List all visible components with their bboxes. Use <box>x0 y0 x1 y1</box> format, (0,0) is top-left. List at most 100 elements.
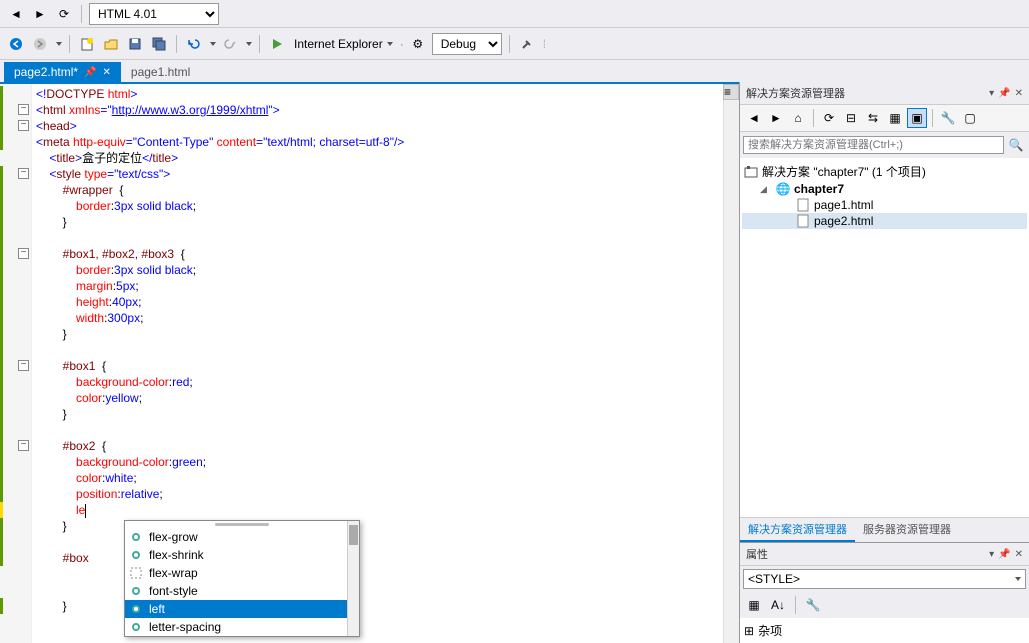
intellisense-item[interactable]: flex-wrap <box>125 564 359 582</box>
code-line[interactable]: } <box>36 406 719 422</box>
sync-icon[interactable]: ⇆ <box>863 108 883 128</box>
config-select[interactable]: Debug <box>432 33 502 55</box>
properties-grid[interactable]: ⊞ 杂项 <box>740 618 1029 643</box>
panel-menu-icon[interactable]: ▾ <box>989 549 994 560</box>
code-line[interactable]: <!DOCTYPE html> <box>36 86 719 102</box>
code-line[interactable]: background-color:green; <box>36 454 719 470</box>
code-line[interactable]: height:40px; <box>36 294 719 310</box>
code-line[interactable]: color:yellow; <box>36 390 719 406</box>
chevron-down-icon[interactable] <box>56 42 62 46</box>
code-line[interactable]: <title>盒子的定位</title> <box>36 150 719 166</box>
file-node-page2[interactable]: page2.html <box>742 213 1027 229</box>
intellisense-item[interactable]: font-style <box>125 582 359 600</box>
split-handle-icon[interactable]: ≡ <box>723 84 739 100</box>
code-line[interactable]: border:3px solid black; <box>36 262 719 278</box>
intellisense-item[interactable]: left <box>125 600 359 618</box>
code-line[interactable] <box>36 230 719 246</box>
code-line[interactable]: <html xmlns="http://www.w3.org/1999/xhtm… <box>36 102 719 118</box>
refresh-icon[interactable]: ⟳ <box>819 108 839 128</box>
code-line[interactable]: border:3px solid black; <box>36 198 719 214</box>
pin-icon[interactable]: 📌 <box>998 88 1010 99</box>
panel-menu-icon[interactable]: ▾ <box>989 88 994 99</box>
code-line[interactable]: #wrapper { <box>36 182 719 198</box>
tab-page2[interactable]: page2.html* 📌 ✕ <box>4 62 121 82</box>
code-line[interactable]: } <box>36 214 719 230</box>
refresh-icon[interactable]: ⟳ <box>54 4 74 24</box>
tab-solution-explorer[interactable]: 解决方案资源管理器 <box>740 518 855 542</box>
back-circle-icon[interactable] <box>6 34 26 54</box>
code-editor[interactable]: − − − − − − <!DOCTYPE html><html xmlns="http:… <box>0 82 739 643</box>
code-line[interactable]: #box1 { <box>36 358 719 374</box>
file-node-page1[interactable]: page1.html <box>742 197 1027 213</box>
close-icon[interactable]: ✕ <box>1015 549 1023 560</box>
categorized-icon[interactable]: ▦ <box>744 595 764 615</box>
tool-icon[interactable] <box>517 34 537 54</box>
fold-toggle-icon[interactable]: − <box>18 104 29 115</box>
code-line[interactable]: <head> <box>36 118 719 134</box>
intellisense-scrollbar[interactable] <box>347 521 359 636</box>
config-icon[interactable]: ⚙ <box>408 34 428 54</box>
fold-toggle-icon[interactable]: − <box>18 168 29 179</box>
redo-icon[interactable] <box>220 34 240 54</box>
code-line[interactable]: <style type="text/css"> <box>36 166 719 182</box>
editor-gutter[interactable]: − − − − − − <box>0 84 32 643</box>
chevron-down-icon[interactable] <box>210 42 216 46</box>
fold-toggle-icon[interactable]: − <box>18 248 29 259</box>
properties-selector[interactable]: <STYLE> <box>743 569 1026 589</box>
code-line[interactable]: <meta http-equiv="Content-Type" content=… <box>36 134 719 150</box>
vertical-scrollbar[interactable]: ≡ <box>723 84 739 643</box>
pin-icon[interactable]: 📌 <box>84 67 96 78</box>
open-file-icon[interactable] <box>101 34 121 54</box>
code-line[interactable]: le <box>36 502 719 518</box>
property-category[interactable]: ⊞ 杂项 <box>744 620 1025 641</box>
new-file-icon[interactable] <box>77 34 97 54</box>
preview-icon[interactable]: ▣ <box>907 108 927 128</box>
doctype-select[interactable]: HTML 4.01 <box>89 3 219 25</box>
fold-toggle-icon[interactable]: − <box>18 120 29 131</box>
fold-toggle-icon[interactable]: − <box>18 440 29 451</box>
solution-explorer-header[interactable]: 解决方案资源管理器 ▾ 📌 ✕ <box>740 82 1029 105</box>
intellisense-list[interactable]: flex-growflex-shrinkflex-wrapfont-stylel… <box>125 528 359 636</box>
code-line[interactable] <box>36 422 719 438</box>
show-all-icon[interactable]: ▦ <box>885 108 905 128</box>
search-icon[interactable]: 🔍 <box>1006 135 1026 155</box>
code-line[interactable]: position:relative; <box>36 486 719 502</box>
code-line[interactable]: #box2 { <box>36 438 719 454</box>
fwd-circle-icon[interactable] <box>30 34 50 54</box>
intellisense-item[interactable]: letter-spacing <box>125 618 359 636</box>
code-line[interactable]: } <box>36 326 719 342</box>
code-line[interactable]: #box1, #box2, #box3 { <box>36 246 719 262</box>
nav-fwd-icon[interactable]: ► <box>30 4 50 24</box>
back-icon[interactable]: ◄ <box>744 108 764 128</box>
collapse-icon[interactable]: ⊟ <box>841 108 861 128</box>
expand-icon[interactable]: ⊞ <box>744 624 754 638</box>
intellisense-item[interactable]: flex-grow <box>125 528 359 546</box>
close-icon[interactable]: ✕ <box>1015 88 1023 99</box>
nav-back-icon[interactable]: ◄ <box>6 4 26 24</box>
close-icon[interactable]: ✕ <box>103 67 111 78</box>
search-input[interactable] <box>743 136 1004 154</box>
fold-toggle-icon[interactable]: − <box>18 360 29 371</box>
home-icon[interactable]: ⌂ <box>788 108 808 128</box>
view-icon[interactable]: ▢ <box>960 108 980 128</box>
code-line[interactable]: background-color:red; <box>36 374 719 390</box>
browser-select[interactable]: Internet Explorer <box>291 37 396 51</box>
code-line[interactable]: width:300px; <box>36 310 719 326</box>
pin-icon[interactable]: 📌 <box>998 549 1010 560</box>
run-icon[interactable] <box>267 34 287 54</box>
save-all-icon[interactable] <box>149 34 169 54</box>
code-line[interactable]: margin:5px; <box>36 278 719 294</box>
undo-icon[interactable] <box>184 34 204 54</box>
alphabetical-icon[interactable]: A↓ <box>768 595 788 615</box>
save-icon[interactable] <box>125 34 145 54</box>
tab-page1[interactable]: page1.html <box>121 62 200 82</box>
tab-server-explorer[interactable]: 服务器资源管理器 <box>855 518 959 542</box>
intellisense-item[interactable]: flex-shrink <box>125 546 359 564</box>
project-node[interactable]: ◢ 🌐 chapter7 <box>742 181 1027 197</box>
fwd-icon[interactable]: ► <box>766 108 786 128</box>
code-line[interactable] <box>36 342 719 358</box>
solution-node[interactable]: 解决方案 "chapter7" (1 个项目) <box>742 162 1027 181</box>
properties-header[interactable]: 属性 ▾ 📌 ✕ <box>740 543 1029 566</box>
wrench-icon[interactable]: 🔧 <box>803 595 823 615</box>
properties-icon[interactable]: 🔧 <box>938 108 958 128</box>
